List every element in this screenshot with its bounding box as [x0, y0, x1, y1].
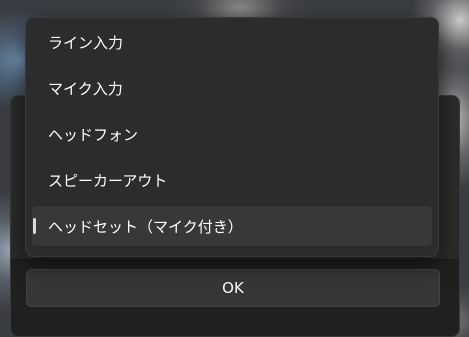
option-line-in[interactable]: ライン入力	[32, 22, 432, 62]
option-headset[interactable]: ヘッドセット（マイク付き）	[32, 206, 432, 246]
option-label: マイク入力	[48, 79, 123, 98]
option-label: スピーカーアウト	[48, 171, 168, 190]
option-label: ライン入力	[48, 33, 124, 52]
option-speaker-out[interactable]: スピーカーアウト	[32, 160, 432, 200]
option-headphones[interactable]: ヘッドフォン	[32, 114, 432, 154]
option-label: ヘッドセット（マイク付き）	[48, 217, 243, 236]
selection-indicator	[33, 218, 36, 234]
device-type-dropdown-list: ライン入力 マイク入力 ヘッドフォン スピーカーアウト ヘッドセット（マイク付き…	[25, 17, 439, 257]
option-mic-in[interactable]: マイク入力	[32, 68, 432, 108]
ok-button[interactable]: OK	[26, 269, 440, 307]
option-label: ヘッドフォン	[48, 125, 139, 144]
